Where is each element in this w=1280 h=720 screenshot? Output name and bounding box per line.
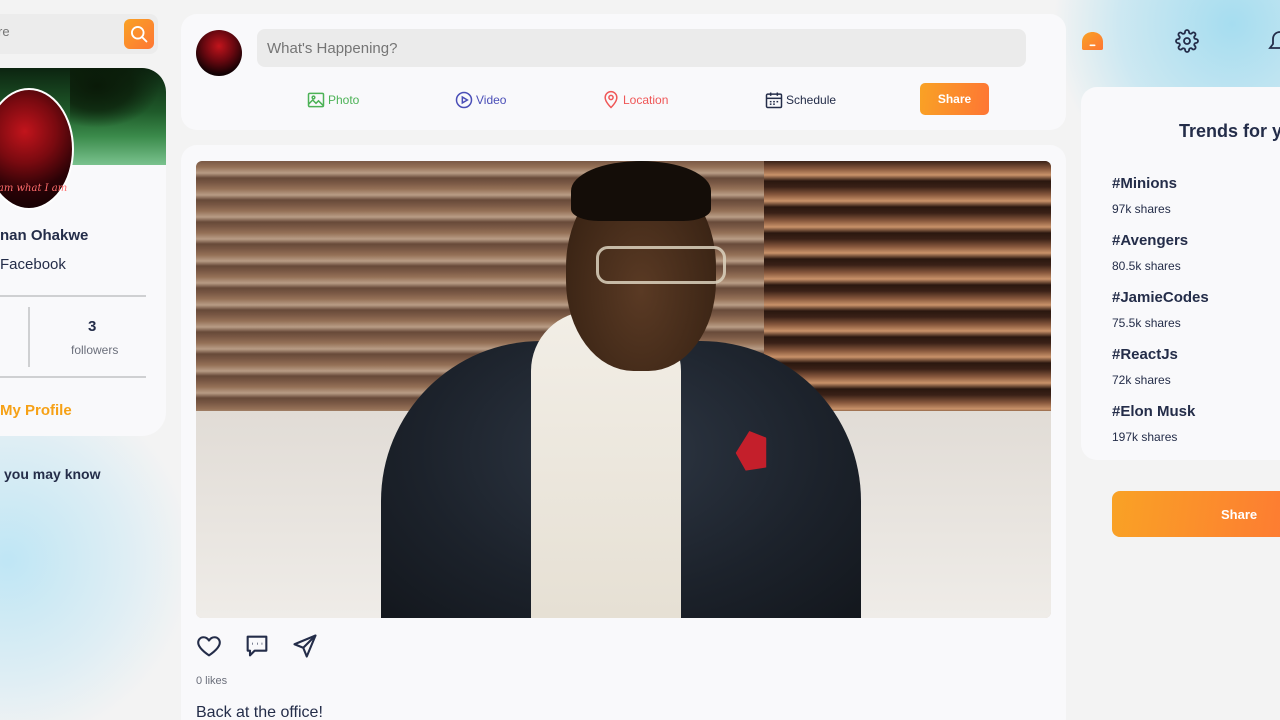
post-card: 0 likes Back at the office! <box>181 145 1066 720</box>
search-icon <box>131 26 148 43</box>
bell-icon[interactable] <box>1266 26 1280 56</box>
schedule-option[interactable]: Schedule <box>764 90 836 110</box>
divider <box>28 307 30 367</box>
schedule-option-label: Schedule <box>786 93 837 107</box>
play-circle-icon <box>455 91 473 109</box>
video-option[interactable]: Video <box>454 90 506 110</box>
profile-card: I am what I am nan Ohakwe Facebook 3 fol… <box>0 68 166 436</box>
calendar-icon <box>765 92 783 109</box>
gear-icon[interactable] <box>1175 29 1199 53</box>
comment-icon[interactable] <box>243 632 271 660</box>
followers-label: followers <box>71 343 119 357</box>
trend-share-count: 72k shares <box>1112 373 1171 387</box>
followers-count: 3 <box>88 318 97 335</box>
avatar-caption: I am what I am <box>0 183 68 194</box>
trend-share-count: 197k shares <box>1112 430 1178 444</box>
trend-share-count: 80.5k shares <box>1112 259 1181 273</box>
trend-share-count: 97k shares <box>1112 202 1171 216</box>
photo-option-label: Photo <box>328 93 360 107</box>
post-input[interactable] <box>257 29 1026 67</box>
people-you-may-know-heading: you may know <box>4 466 101 482</box>
divider <box>0 295 146 297</box>
my-profile-link[interactable]: My Profile <box>0 402 72 419</box>
search-input[interactable] <box>0 24 118 39</box>
photo-icon <box>307 92 325 108</box>
side-share-button[interactable]: Share <box>1112 491 1280 537</box>
profile-name: nan Ohakwe <box>0 227 89 244</box>
send-icon[interactable] <box>291 632 319 660</box>
post-caption: Back at the office! <box>196 704 323 720</box>
heart-icon[interactable] <box>195 632 223 660</box>
location-option[interactable]: Location <box>601 90 668 110</box>
share-card: Photo Video Location Schedule Share <box>181 14 1066 130</box>
likes-count: 0 likes <box>196 675 228 687</box>
trend-tag[interactable]: #Avengers <box>1112 232 1188 249</box>
trend-share-count: 75.5k shares <box>1112 316 1181 330</box>
profile-bio: Facebook <box>0 256 66 273</box>
video-option-label: Video <box>476 93 507 107</box>
trends-title: Trends for y <box>1179 121 1280 141</box>
search-button[interactable] <box>124 19 154 49</box>
photo-option[interactable]: Photo <box>306 90 359 110</box>
trend-tag[interactable]: #JamieCodes <box>1112 289 1209 306</box>
avatar <box>196 30 242 76</box>
location-pin-icon <box>604 90 618 109</box>
divider <box>0 376 146 378</box>
location-option-label: Location <box>623 93 669 107</box>
share-button[interactable]: Share <box>920 83 989 115</box>
search-bar <box>0 14 158 54</box>
trend-tag[interactable]: #Minions <box>1112 175 1177 192</box>
post-image <box>196 161 1051 618</box>
trend-tag[interactable]: #Elon Musk <box>1112 403 1195 420</box>
home-icon[interactable] <box>1080 30 1105 52</box>
trends-card: Trends for y #Minions 97k shares #Avenge… <box>1081 87 1280 460</box>
trend-tag[interactable]: #ReactJs <box>1112 346 1178 363</box>
